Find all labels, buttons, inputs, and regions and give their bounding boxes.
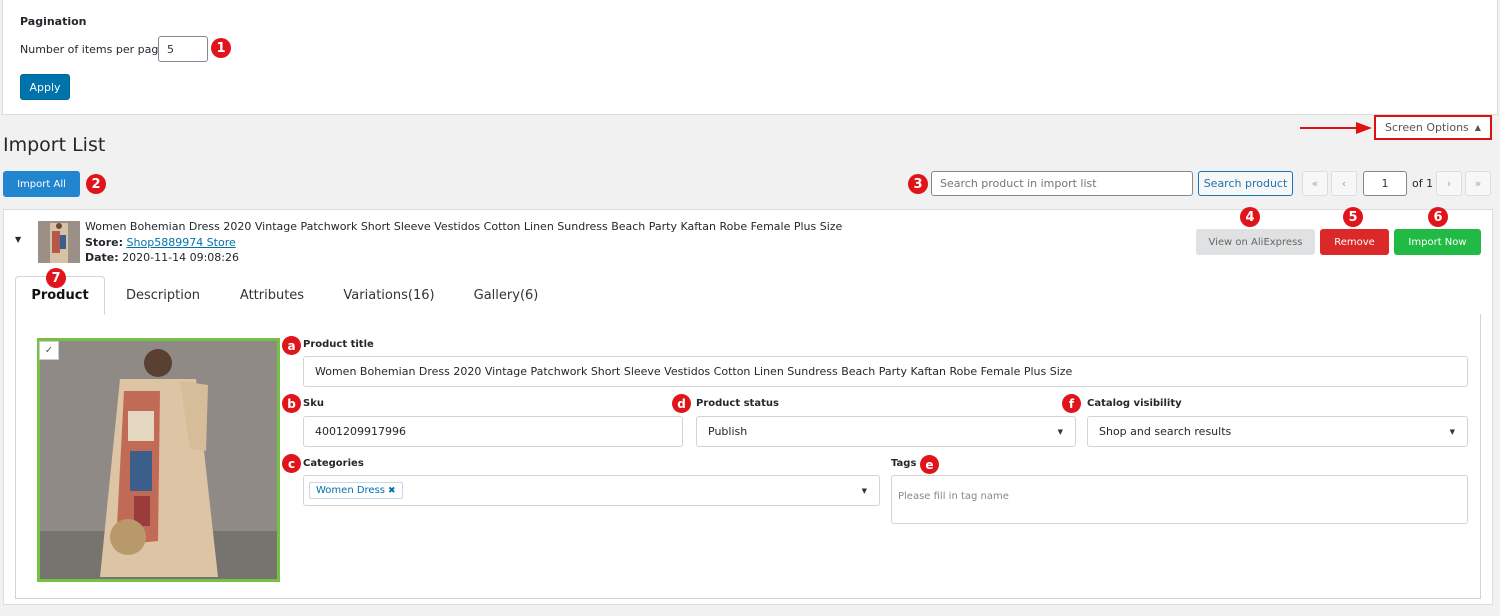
tags-input[interactable]: Please fill in tag name	[891, 475, 1468, 524]
product-status-value: Publish	[708, 425, 748, 438]
screen-options-panel: Pagination Number of items per page Appl…	[2, 0, 1498, 115]
category-chip-label: Women Dress	[316, 485, 385, 496]
callout-badge-6: 6	[1428, 207, 1448, 227]
tab-gallery[interactable]: Gallery(6)	[464, 276, 548, 315]
prev-page-button[interactable]: ‹	[1331, 171, 1357, 196]
product-status-label: Product status	[696, 398, 779, 409]
product-store: Store: Shop5889974 Store	[85, 236, 236, 249]
callout-badge-2: 2	[86, 174, 106, 194]
dropdown-caret-icon: ▼	[861, 487, 867, 495]
categories-label: Categories	[303, 458, 364, 469]
callout-badge-5: 5	[1343, 207, 1363, 227]
tags-placeholder: Please fill in tag name	[898, 491, 1009, 502]
product-thumbnail	[38, 221, 80, 263]
collapse-caret-icon[interactable]: ▼	[15, 235, 21, 244]
items-per-page-label: Number of items per page	[20, 43, 166, 56]
tab-variations[interactable]: Variations(16)	[336, 276, 442, 315]
red-arrow-icon	[1300, 122, 1372, 134]
apply-button[interactable]: Apply	[20, 74, 70, 100]
items-per-page-input[interactable]	[158, 36, 208, 62]
page-title: Import List	[3, 134, 106, 156]
product-status-select[interactable]: Publish ▼	[696, 416, 1076, 447]
import-now-button[interactable]: Import Now	[1394, 229, 1481, 255]
category-chip[interactable]: Women Dress ✖	[309, 482, 403, 499]
categories-select[interactable]: Women Dress ✖ ▼	[303, 475, 880, 506]
callout-badge-b: b	[282, 394, 301, 413]
date-label: Date:	[85, 251, 119, 264]
catalog-visibility-select[interactable]: Shop and search results ▼	[1087, 416, 1468, 447]
total-pages-text: of 1	[1412, 177, 1434, 190]
sku-input[interactable]: 4001209917996	[303, 416, 683, 447]
callout-badge-c: c	[282, 454, 301, 473]
store-label: Store:	[85, 236, 124, 249]
search-product-button[interactable]: Search product	[1198, 171, 1293, 196]
dress-photo-illustration	[40, 341, 277, 579]
remove-chip-icon[interactable]: ✖	[388, 486, 396, 496]
caret-up-icon: ▲	[1474, 123, 1481, 132]
product-main-image[interactable]	[37, 338, 280, 582]
sku-label: Sku	[303, 398, 324, 409]
next-page-button[interactable]: ›	[1436, 171, 1462, 196]
pagination-heading: Pagination	[20, 15, 87, 28]
view-on-aliexpress-button[interactable]: View on AliExpress	[1196, 229, 1315, 255]
date-value: 2020-11-14 09:08:26	[122, 251, 239, 264]
screen-options-label: Screen Options	[1385, 121, 1469, 134]
product-title-label: Product title	[303, 339, 374, 350]
search-input[interactable]	[931, 171, 1193, 196]
tags-label: Tags	[891, 458, 917, 469]
callout-badge-e: e	[920, 455, 939, 474]
screen-options-toggle[interactable]: Screen Options ▲	[1374, 115, 1492, 140]
callout-badge-3: 3	[908, 174, 928, 194]
callout-badge-a: a	[282, 336, 301, 355]
select-image-checkbox[interactable]: ✓	[39, 341, 59, 360]
callout-badge-4: 4	[1240, 207, 1260, 227]
dropdown-caret-icon: ▼	[1449, 428, 1455, 436]
tab-attributes[interactable]: Attributes	[228, 276, 316, 315]
product-title-input[interactable]: Women Bohemian Dress 2020 Vintage Patchw…	[303, 356, 1468, 387]
product-date: Date: 2020-11-14 09:08:26	[85, 251, 239, 264]
dropdown-caret-icon: ▼	[1057, 428, 1063, 436]
first-page-button[interactable]: «	[1302, 171, 1328, 196]
catalog-visibility-label: Catalog visibility	[1087, 398, 1182, 409]
remove-button[interactable]: Remove	[1320, 229, 1389, 255]
current-page-input[interactable]	[1363, 171, 1407, 196]
product-header-title: Women Bohemian Dress 2020 Vintage Patchw…	[85, 220, 843, 233]
last-page-button[interactable]: »	[1465, 171, 1491, 196]
callout-badge-f: f	[1062, 394, 1081, 413]
store-link[interactable]: Shop5889974 Store	[127, 236, 236, 249]
import-all-button[interactable]: Import All	[3, 171, 80, 197]
callout-badge-1: 1	[211, 38, 231, 58]
catalog-visibility-value: Shop and search results	[1099, 425, 1232, 438]
sku-value: 4001209917996	[315, 425, 406, 438]
product-title-value: Women Bohemian Dress 2020 Vintage Patchw…	[315, 365, 1073, 378]
callout-badge-7: 7	[46, 268, 66, 288]
callout-badge-d: d	[672, 394, 691, 413]
tab-description[interactable]: Description	[115, 276, 211, 315]
